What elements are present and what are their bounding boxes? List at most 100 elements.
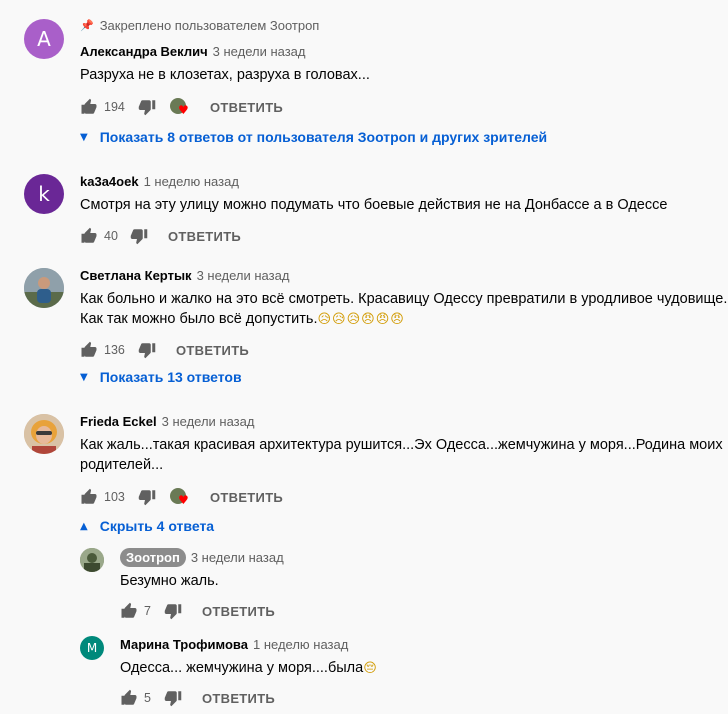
- reply-button[interactable]: ОТВЕТИТЬ: [210, 490, 283, 505]
- avatar-letter: А: [37, 27, 51, 51]
- thumb-up-icon: [120, 602, 138, 620]
- comment-header: Светлана Кертык 3 недели назад: [80, 268, 289, 283]
- comment-toolbar: 40 ОТВЕТИТЬ: [78, 224, 241, 248]
- like-count: 5: [144, 691, 151, 705]
- avatar[interactable]: k: [24, 174, 64, 214]
- thumb-up-icon: [80, 98, 98, 116]
- like-button[interactable]: [78, 96, 100, 118]
- reply-text: Одесса... жемчужина у моря....была😔: [120, 658, 378, 679]
- thumb-down-icon: [164, 689, 182, 707]
- avatar-photo: [24, 268, 64, 308]
- reply-button[interactable]: ОТВЕТИТЬ: [168, 229, 241, 244]
- reply-text: Безумно жаль.: [120, 573, 219, 589]
- dislike-button[interactable]: [128, 225, 150, 247]
- like-button[interactable]: [78, 486, 100, 508]
- emoji-row: 😥😥😥😠😠😠: [317, 312, 405, 327]
- comment-text: Разруха не в клозетах, разруха в головах…: [80, 65, 370, 85]
- avatar[interactable]: М: [80, 636, 104, 660]
- hide-replies-label: Скрыть 4 ответа: [99, 518, 215, 534]
- like-count: 194: [104, 100, 125, 114]
- thumb-up-icon: [80, 227, 98, 245]
- show-replies-button[interactable]: ▼ Показать 13 ответов: [80, 369, 242, 385]
- thumb-up-icon: [80, 341, 98, 359]
- pin-icon: 📌: [80, 20, 94, 32]
- comment-text: Как жаль...такая красивая архитектура ру…: [80, 435, 723, 475]
- reply-button[interactable]: ОТВЕТИТЬ: [202, 691, 275, 706]
- comment-time[interactable]: 3 недели назад: [197, 268, 290, 283]
- thumb-down-icon: [138, 488, 156, 506]
- comment-text: Как больно и жалко на это всё смотреть. …: [80, 289, 727, 330]
- show-replies-label: Показать 13 ответов: [99, 369, 242, 385]
- pinned-label: Закреплено пользователем Зоотроп: [99, 18, 320, 33]
- comment-line: Как жаль...такая красивая архитектура ру…: [80, 437, 723, 453]
- avatar-photo: [80, 548, 104, 572]
- comment-text: Смотря на эту улицу можно подумать что б…: [80, 195, 667, 215]
- dislike-button[interactable]: [162, 600, 184, 622]
- like-count: 136: [104, 343, 125, 357]
- dislike-button[interactable]: [136, 486, 158, 508]
- comment-line: Как больно и жалко на это всё смотреть. …: [80, 291, 728, 307]
- comment-line-text: Как так можно было всё допустить.: [80, 311, 318, 327]
- like-button[interactable]: [118, 600, 140, 622]
- creator-heart-icon: ♥: [170, 96, 192, 118]
- thumb-down-icon: [164, 602, 182, 620]
- avatar[interactable]: [24, 414, 64, 454]
- reply-header: Марина Трофимова 1 неделю назад: [120, 637, 348, 652]
- reply-header: Зоотроп 3 недели назад: [120, 548, 284, 567]
- reply-text-content: Одесса... жемчужина у моря....была: [120, 660, 364, 676]
- comment-line: Разруха не в клозетах, разруха в головах…: [80, 67, 370, 83]
- avatar[interactable]: [80, 548, 104, 572]
- reply-button[interactable]: ОТВЕТИТЬ: [202, 604, 275, 619]
- creator-heart-icon: ♥: [170, 486, 192, 508]
- reply-toolbar: 5 ОТВЕТИТЬ: [118, 686, 275, 710]
- author-name[interactable]: Александра Веклич: [80, 44, 208, 59]
- emoji: 😔: [363, 661, 378, 676]
- comment-header: Александра Веклич 3 недели назад: [80, 44, 306, 59]
- dislike-button[interactable]: [136, 96, 158, 118]
- thumb-down-icon: [138, 98, 156, 116]
- avatar[interactable]: А: [24, 19, 64, 59]
- reply-button[interactable]: ОТВЕТИТЬ: [176, 343, 249, 358]
- show-replies-label: Показать 8 ответов от пользователя Зоотр…: [99, 129, 548, 145]
- comment-header: Frieda Eckel 3 недели назад: [80, 414, 254, 429]
- reply-button[interactable]: ОТВЕТИТЬ: [210, 100, 283, 115]
- dislike-button[interactable]: [162, 687, 184, 709]
- thumb-up-icon: [120, 689, 138, 707]
- comment-line: родителей...: [80, 457, 164, 473]
- chevron-up-icon: ▲: [80, 520, 88, 532]
- avatar-letter: k: [38, 182, 50, 206]
- like-button[interactable]: [78, 225, 100, 247]
- like-count: 103: [104, 490, 125, 504]
- channel-owner-badge[interactable]: Зоотроп: [120, 548, 186, 567]
- like-button[interactable]: [118, 687, 140, 709]
- hide-replies-button[interactable]: ▲ Скрыть 4 ответа: [80, 518, 214, 534]
- comment-toolbar: 194 ♥ ОТВЕТИТЬ: [78, 95, 283, 119]
- thumb-down-icon: [130, 227, 148, 245]
- comment-time[interactable]: 3 недели назад: [191, 550, 284, 565]
- comment-time[interactable]: 3 недели назад: [213, 44, 306, 59]
- avatar-letter: М: [86, 641, 98, 655]
- comment-toolbar: 136 ОТВЕТИТЬ: [78, 338, 249, 362]
- author-name[interactable]: Светлана Кертык: [80, 268, 192, 283]
- like-count: 7: [144, 604, 151, 618]
- chevron-down-icon: ▼: [80, 131, 88, 143]
- thumb-down-icon: [138, 341, 156, 359]
- author-name[interactable]: Марина Трофимова: [120, 637, 248, 652]
- author-name[interactable]: Frieda Eckel: [80, 414, 157, 429]
- show-replies-button[interactable]: ▼ Показать 8 ответов от пользователя Зоо…: [80, 129, 547, 145]
- pinned-note: 📌 Закреплено пользователем Зоотроп: [80, 18, 319, 33]
- thumb-up-icon: [80, 488, 98, 506]
- like-button[interactable]: [78, 339, 100, 361]
- dislike-button[interactable]: [136, 339, 158, 361]
- avatar[interactable]: [24, 268, 64, 308]
- comment-line: Смотря на эту улицу можно подумать что б…: [80, 197, 668, 213]
- comment-time[interactable]: 3 недели назад: [162, 414, 255, 429]
- author-name[interactable]: ka3a4oek: [80, 174, 139, 189]
- comment-header: ka3a4oek 1 неделю назад: [80, 174, 239, 189]
- comment-time[interactable]: 1 неделю назад: [144, 174, 239, 189]
- avatar-photo: [24, 414, 64, 454]
- reply-toolbar: 7 ОТВЕТИТЬ: [118, 599, 275, 623]
- comment-toolbar: 103 ♥ ОТВЕТИТЬ: [78, 485, 283, 509]
- like-count: 40: [104, 229, 118, 243]
- comment-time[interactable]: 1 неделю назад: [253, 637, 348, 652]
